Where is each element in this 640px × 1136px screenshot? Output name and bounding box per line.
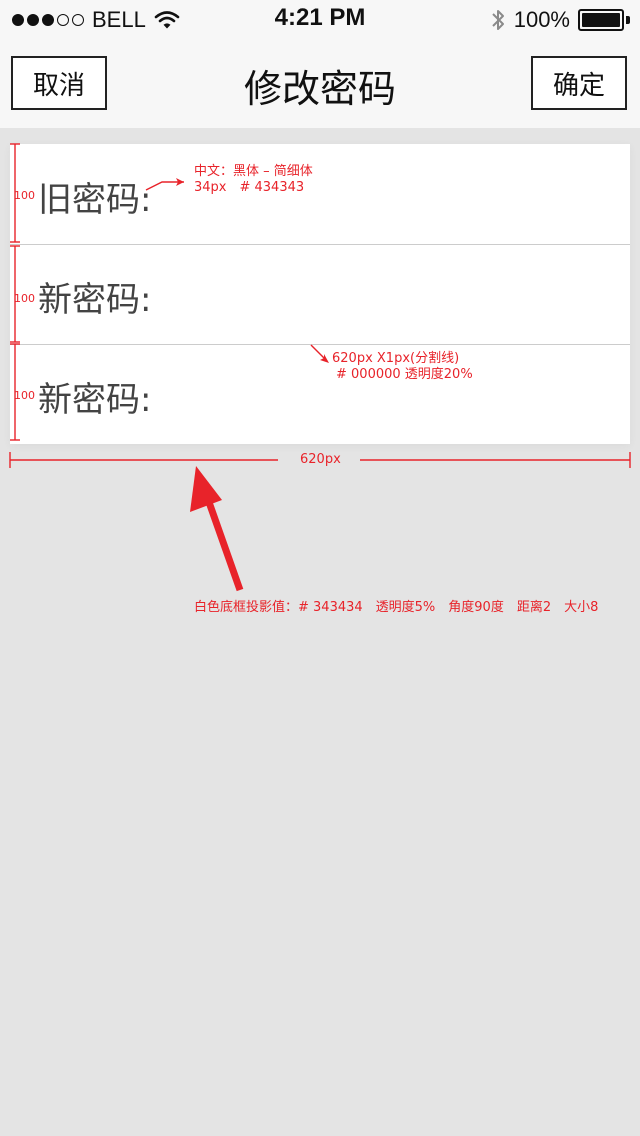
divider-spec-line: 620px X1px(分割线) [332,351,460,366]
row-height-label: 100 [14,292,35,305]
width-dimension-label: 620px [300,452,341,467]
old-password-row[interactable]: 旧密码: [10,144,630,244]
divider-spec-annotation: 620px X1px(分割线) # 000000 透明度20% [332,351,473,383]
font-spec-annotation: 中文：黑体 – 简细体 34px # 434343 [194,164,313,196]
bluetooth-icon [492,10,504,30]
old-password-label: 旧密码: [38,180,152,220]
confirm-button[interactable]: 确定 [531,56,627,110]
new-password-input[interactable] [160,264,624,326]
confirm-password-label: 新密码: [38,380,152,420]
divider-spec-line: # 000000 透明度20% [336,367,473,382]
status-bar: BELL 4:21 PM 100% [0,0,640,40]
status-right: 100% [490,6,630,34]
font-spec-line: 34px # 434343 [194,180,305,195]
battery-icon [578,9,630,31]
row-height-label: 100 [14,389,35,402]
row-height-label: 100 [14,189,35,202]
new-password-label: 新密码: [38,280,152,320]
password-form-card: 旧密码: 新密码: 新密码: [10,144,630,444]
confirm-password-row[interactable]: 新密码: [10,344,630,444]
battery-percentage: 100% [513,7,570,32]
shadow-spec-annotation: 白色底框投影值：# 343434 透明度5% 角度90度 距离2 大小8 [194,600,599,615]
new-password-row[interactable]: 新密码: [10,244,630,344]
navigation-bar: 取消 修改密码 确定 [0,40,640,128]
font-spec-line: 中文：黑体 – 简细体 [194,164,313,179]
